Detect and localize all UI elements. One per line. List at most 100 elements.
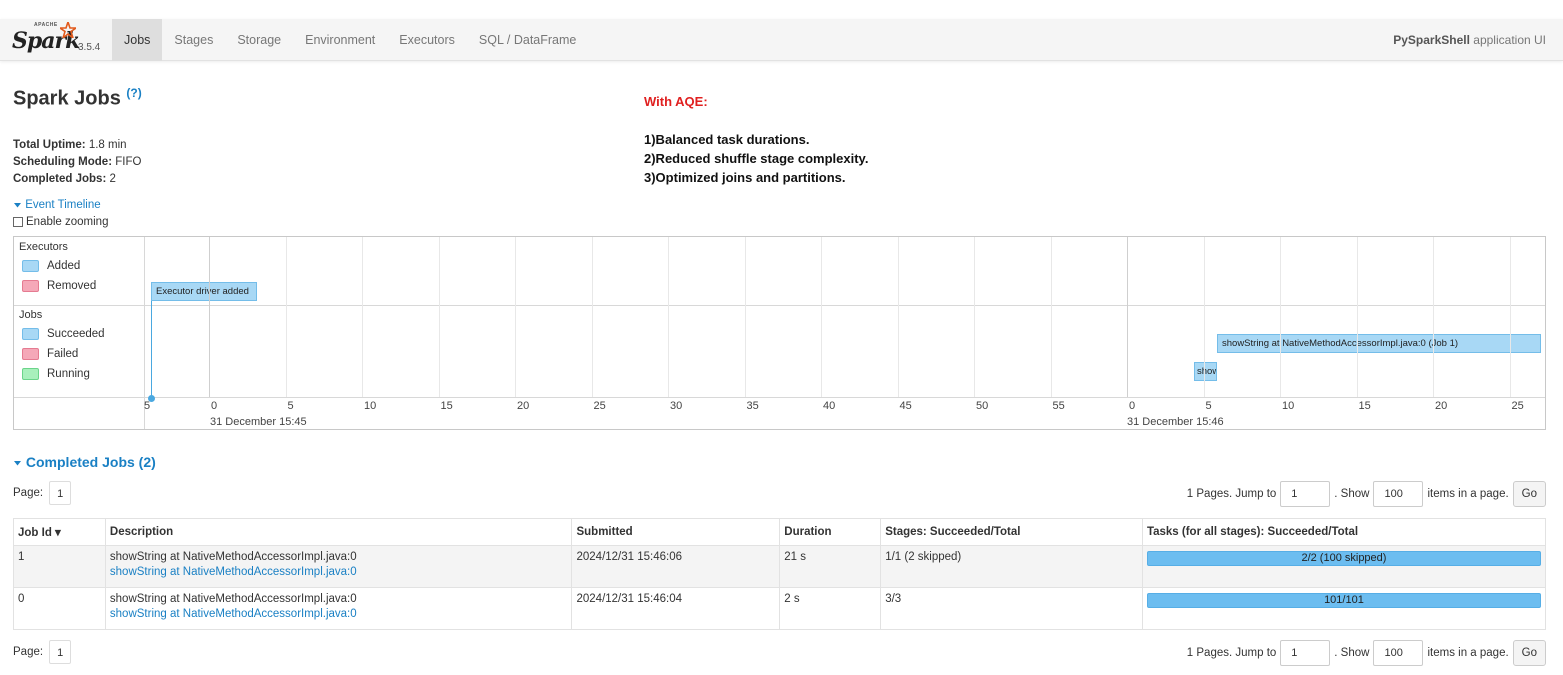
timeline-gridline [744,237,746,397]
legend-removed-label: Removed [47,280,97,292]
help-link[interactable]: (?) [126,86,141,100]
tasks-cell: 101/101 [1141,587,1547,630]
pager-controls-top: 1 Pages. Jump to 1 . Show 100 items in a… [1187,481,1546,507]
page-size-input[interactable]: 100 [1373,640,1424,666]
stages-cell: 3/3 [880,587,1143,630]
job-1-timeline-bar[interactable]: showString at NativeMethodAccessorImpl.j… [1217,334,1541,353]
spark-logo[interactable]: APACHE Spark 3.5.4 [12,22,112,58]
items-text: items in a page. [1427,647,1509,659]
job-description-link[interactable]: showString at NativeMethodAccessorImpl.j… [110,608,568,620]
description-cell: showString at NativeMethodAccessorImpl.j… [104,587,573,630]
legend-succeeded: Succeeded [22,328,105,340]
caret-down-icon [14,202,21,208]
timeline-tick-label: 45 [899,400,912,412]
enable-zooming-checkbox[interactable] [13,217,23,227]
executor-event-dot[interactable] [148,395,155,402]
app-name: PySparkShell application UI [1393,19,1546,61]
timeline-tick-label: 0 [1129,400,1136,412]
executor-driver-added-event[interactable]: Executor driver added [151,282,257,301]
column-header-stages[interactable]: Stages: Succeeded/Total [880,518,1143,546]
jump-to-input[interactable]: 1 [1280,640,1331,666]
timeline-gridline [1509,237,1511,397]
tab-jobs[interactable]: Jobs [112,19,163,61]
tasks-progress-label: 2/2 (100 skipped) [1301,552,1387,564]
scheduling-mode-label: Scheduling Mode: [13,156,113,168]
page-number-button[interactable]: 1 [49,640,72,664]
tasks-progress-label: 101/101 [1324,594,1364,606]
timeline-tick-label: 30 [670,400,683,412]
app-name-suffix: application UI [1469,33,1546,47]
job-description: showString at NativeMethodAccessorImpl.j… [109,551,357,563]
timeline-gridline [1433,237,1434,397]
timeline-gridline [821,237,822,397]
timeline-gridline [285,237,287,397]
table-row: 1 showString at NativeMethodAccessorImpl… [13,545,1547,588]
event-timeline[interactable]: Executors Added Removed Jobs Succeeded F… [13,236,1546,430]
tab-sql-dataframe[interactable]: SQL / DataFrame [467,19,589,61]
timeline-tick-label: 5 [287,400,294,412]
column-header-tasks[interactable]: Tasks (for all stages): Succeeded/Total [1141,518,1547,546]
uptime-value: 1.8 min [85,139,127,151]
pager-top: Page: 1 [13,481,72,505]
submitted-cell: 2024/12/31 15:46:04 [571,587,781,630]
legend-running: Running [22,368,90,380]
submitted-cell: 2024/12/31 15:46:06 [571,545,781,588]
aqe-title: With AQE: [644,94,708,109]
tab-environment[interactable]: Environment [293,19,387,61]
go-button[interactable]: Go [1512,481,1546,507]
app-name-bold: PySparkShell [1393,33,1470,47]
completed-jobs-value: 2 [106,173,116,185]
event-timeline-label: Event Timeline [25,199,101,211]
tab-executors[interactable]: Executors [387,19,467,61]
column-header-job-id[interactable]: Job Id ▾ [13,518,106,546]
pages-text: 1 Pages. Jump to [1186,647,1277,659]
legend-running-label: Running [47,368,90,380]
legend-removed: Removed [22,280,96,292]
pager-controls-bottom: 1 Pages. Jump to 1 . Show 100 items in a… [1187,640,1546,666]
job-description-link[interactable]: showString at NativeMethodAccessorImpl.j… [110,566,568,578]
enable-zooming[interactable]: Enable zooming [13,216,108,228]
legend-failed-label: Failed [47,348,79,360]
uptime-label: Total Uptime: [13,139,86,151]
jump-to-input[interactable]: 1 [1280,481,1331,507]
timeline-gridline [209,237,210,397]
show-text: . Show [1334,488,1370,500]
column-header-duration[interactable]: Duration [779,518,882,546]
completed-jobs-link[interactable]: Completed Jobs: [13,173,106,185]
table-row: 0 showString at NativeMethodAccessorImpl… [13,587,1547,630]
tasks-progress-bar: 2/2 (100 skipped) [1146,551,1541,566]
page-title-text: Spark Jobs [13,87,121,110]
job-summary: Total Uptime: 1.8 min Scheduling Mode: F… [13,137,141,188]
legend-added-swatch [22,260,39,272]
tab-stages[interactable]: Stages [162,19,225,61]
duration-cell: 21 s [779,545,882,588]
tab-storage[interactable]: Storage [225,19,293,61]
job-0-timeline-bar[interactable]: showString at NativeMethodAccessorImpl.j… [1194,362,1217,381]
timeline-gridline [897,237,899,397]
timeline-divider [14,305,1545,306]
timeline-tick-label: 5 [1205,400,1212,412]
timeline-tick-label: 20 [1435,400,1448,412]
timeline-gridline [1203,237,1205,397]
job-id-cell: 0 [13,587,106,630]
timeline-tick-label: 50 [976,400,989,412]
page-size-input[interactable]: 100 [1373,481,1424,507]
timeline-gridline [668,237,669,397]
page-number-button[interactable]: 1 [49,481,72,505]
legend-failed-swatch [22,348,39,360]
timeline-gridline [1127,237,1128,397]
job-id-cell: 1 [13,545,106,588]
go-button[interactable]: Go [1512,640,1546,666]
column-header-submitted[interactable]: Submitted [571,518,781,546]
event-timeline-toggle[interactable]: Event Timeline [13,199,101,211]
executors-group-label: Executors [19,241,68,253]
timeline-gridline [438,237,440,397]
timeline-tick-label: 15 [1358,400,1371,412]
timeline-axis-line [14,397,1545,398]
nav-tabs: Jobs Stages Storage Environment Executor… [112,19,588,61]
timeline-tick-partial: 5 [144,400,151,412]
description-cell: showString at NativeMethodAccessorImpl.j… [104,545,573,588]
completed-jobs-toggle[interactable]: Completed Jobs (2) [13,454,156,470]
column-header-description[interactable]: Description [104,518,573,546]
spark-version: 3.5.4 [78,42,101,53]
